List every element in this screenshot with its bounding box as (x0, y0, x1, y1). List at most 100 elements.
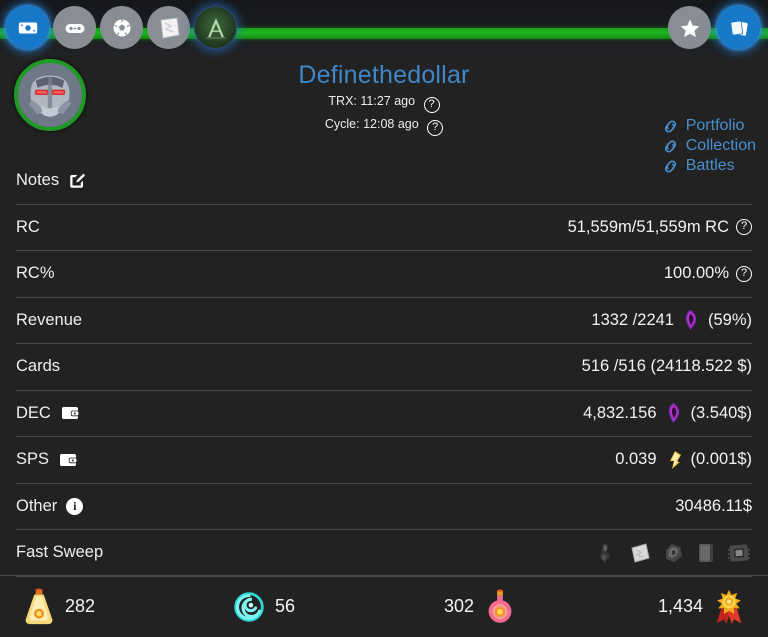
row-sps-value: 0.039 (615, 450, 656, 469)
info-icon[interactable]: i (66, 498, 83, 515)
row-rc-label: RC (16, 218, 40, 237)
row-other-value-group: 30486.11$ (675, 497, 752, 516)
resource-medal[interactable]: 1,434 (566, 588, 746, 626)
nav-arcane-button[interactable] (194, 6, 237, 49)
gamepad-icon (63, 16, 87, 40)
sweep-chip-icon[interactable] (726, 540, 752, 566)
nav-ball-button[interactable] (100, 6, 143, 49)
row-rc-label-group: RC (16, 218, 40, 237)
dec-token-icon (681, 309, 701, 331)
link-icon (662, 139, 679, 154)
resource-medal-value: 1,434 (658, 596, 703, 617)
nav-money-button[interactable] (6, 6, 49, 49)
teal-vortex-icon (232, 588, 266, 626)
nav-left-group (6, 6, 237, 49)
row-notes-label: Notes (16, 171, 59, 190)
row-revenue-label: Revenue (16, 311, 82, 330)
row-other-value: 30486.11$ (675, 497, 752, 516)
wallet-icon[interactable] (60, 405, 80, 421)
trx-label: TRX: (328, 94, 356, 108)
link-portfolio[interactable]: Portfolio (662, 117, 745, 135)
row-other-label: Other (16, 497, 57, 516)
row-rc-percent-label: RC% (16, 264, 55, 283)
link-collection-label: Collection (686, 137, 756, 155)
title-block: Definethedollar TRX: 11:27 ago ? Cycle: … (0, 55, 768, 136)
resource-vortex[interactable]: 56 (232, 588, 432, 626)
trx-help-icon[interactable]: ? (424, 95, 440, 113)
resource-gold-potion-value: 282 (65, 596, 95, 617)
resource-pink-potion[interactable]: 302 (432, 588, 566, 626)
link-portfolio-label: Portfolio (686, 117, 745, 135)
resource-vortex-value: 56 (275, 596, 295, 617)
trx-status: TRX: 11:27 ago ? (0, 93, 768, 113)
row-rc-percent-value: 100.00% (664, 264, 729, 283)
row-sps-label: SPS (16, 450, 49, 469)
row-notes[interactable]: Notes (16, 158, 752, 205)
soccer-ball-icon (110, 16, 134, 40)
sweep-card-icon[interactable] (693, 540, 719, 566)
row-notes-label-group: Notes (16, 171, 86, 190)
nav-packs-button[interactable] (147, 6, 190, 49)
nav-right-group (668, 6, 760, 49)
row-other-label-group: Other i (16, 497, 83, 516)
app-root: Definethedollar TRX: 11:27 ago ? Cycle: … (0, 0, 768, 637)
dec-token-icon (664, 402, 684, 424)
nav-game-button[interactable] (53, 6, 96, 49)
gold-potion-icon (22, 588, 56, 626)
cards-icon (727, 16, 751, 40)
row-revenue-percent: (59%) (708, 311, 752, 330)
bottom-resource-bar: 282 56 302 1,434 (0, 575, 768, 637)
row-cards-value-group: 516 /516 (24118.522 $) (582, 357, 752, 376)
row-dec-usd: (3.540$) (691, 404, 752, 423)
link-icon (662, 119, 679, 134)
trx-value: 11:27 ago (360, 94, 415, 108)
sweep-scroll-icon[interactable] (627, 540, 653, 566)
row-sps-value-group: 0.039 (0.001$) (615, 449, 752, 471)
rc-help-icon[interactable]: ? (736, 219, 752, 235)
card-pack-icon (154, 13, 184, 43)
row-fast-sweep: Fast Sweep (16, 530, 752, 577)
edit-icon[interactable] (68, 172, 86, 190)
resource-gold-potion[interactable]: 282 (22, 588, 232, 626)
sweep-ore-icon[interactable] (594, 540, 620, 566)
row-revenue-value-group: 1332 /2241 (59%) (591, 309, 752, 331)
row-fast-sweep-label-group: Fast Sweep (16, 543, 103, 562)
wallet-icon[interactable] (58, 452, 78, 468)
rc-percent-help-icon[interactable]: ? (736, 266, 752, 282)
row-cards-value: 516 /516 (24118.522 $) (582, 357, 752, 376)
row-cards-label: Cards (16, 357, 60, 376)
top-navigation-bar (0, 0, 768, 55)
cycle-value: 12:08 ago (363, 117, 419, 131)
row-sps: SPS 0.039 (0.001$) (16, 437, 752, 484)
row-rc-percent-value-group: 100.00% ? (664, 264, 752, 283)
cycle-status: Cycle: 12:08 ago ? (0, 116, 768, 136)
nav-cards-button[interactable] (717, 6, 760, 49)
profile-header: Definethedollar TRX: 11:27 ago ? Cycle: … (0, 55, 768, 158)
row-dec-value-group: 4,832.156 (3.540$) (583, 402, 752, 424)
row-dec: DEC 4,832.156 (3.540$) (16, 391, 752, 438)
row-cards-label-group: Cards (16, 357, 60, 376)
cycle-label: Cycle: (325, 117, 360, 131)
cycle-help-icon[interactable]: ? (427, 118, 443, 136)
link-collection[interactable]: Collection (662, 137, 756, 155)
sweep-rock-icon[interactable] (660, 540, 686, 566)
sps-token-icon (664, 449, 684, 471)
row-revenue: Revenue 1332 /2241 (59%) (16, 298, 752, 345)
row-cards: Cards 516 /516 (24118.522 $) (16, 344, 752, 391)
gold-medal-icon (712, 588, 746, 626)
row-rc: RC 51,559m/51,559m RC ? (16, 205, 752, 252)
star-icon (678, 16, 702, 40)
row-sps-label-group: SPS (16, 450, 78, 469)
row-fast-sweep-label: Fast Sweep (16, 543, 103, 562)
resource-pink-potion-value: 302 (444, 596, 474, 617)
row-rc-percent-label-group: RC% (16, 264, 55, 283)
money-icon (17, 17, 39, 39)
nav-favorites-button[interactable] (668, 6, 711, 49)
row-revenue-label-group: Revenue (16, 311, 82, 330)
page-title: Definethedollar (0, 61, 768, 90)
pink-potion-icon (483, 588, 517, 626)
stats-rows: Notes RC 51,559m/51,559m RC ? RC% (0, 158, 768, 577)
row-rc-value-group: 51,559m/51,559m RC ? (568, 218, 752, 237)
row-dec-value: 4,832.156 (583, 404, 656, 423)
row-sps-usd: (0.001$) (691, 450, 752, 469)
